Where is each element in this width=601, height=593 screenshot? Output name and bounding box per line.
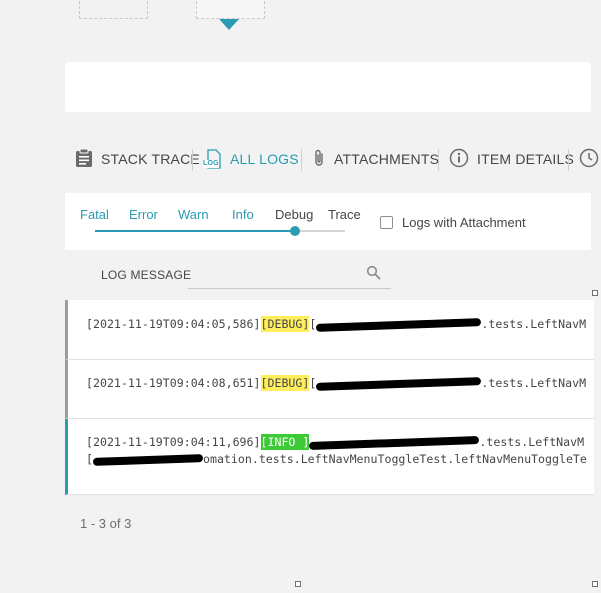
log-timestamp: [2021-11-19T09:04:05,586]	[86, 317, 261, 331]
log-message-label: LOG MESSAGE	[101, 268, 192, 282]
level-debug[interactable]: Debug	[275, 207, 313, 222]
log-line: [2021-11-19T09:04:05,586][DEBUG][.tests.…	[86, 316, 587, 332]
log-message-search-input[interactable]	[188, 262, 391, 289]
log-message: .tests.LeftNavM	[479, 435, 585, 449]
log-bracket: [	[86, 452, 93, 466]
log-message: .tests.LeftNavM	[481, 376, 587, 390]
resize-handle[interactable]	[592, 290, 598, 296]
tab-divider	[568, 149, 569, 171]
pagination-summary: 1 - 3 of 3	[80, 516, 132, 531]
log-line-continued: [ omation.tests.LeftNavMenuToggleTest.lef…	[86, 452, 587, 466]
tab-more[interactable]	[579, 143, 601, 175]
log-icon-text: LOG	[203, 160, 219, 168]
log-timestamp: [2021-11-19T09:04:08,651]	[86, 376, 261, 390]
log-timestamp: [2021-11-19T09:04:11,696]	[86, 435, 261, 449]
level-fatal[interactable]: Fatal	[80, 207, 109, 222]
search-icon[interactable]	[366, 265, 381, 285]
tab-item-details[interactable]: ITEM DETAILS	[449, 143, 574, 175]
redaction-mark	[92, 453, 204, 466]
redaction-mark	[316, 376, 482, 391]
tab-stack-trace[interactable]: STACK TRACE	[75, 143, 200, 175]
level-error[interactable]: Error	[129, 207, 158, 222]
level-info[interactable]: Info	[232, 207, 254, 222]
log-level-badge: [DEBUG]	[260, 375, 310, 391]
tab-label: ITEM DETAILS	[477, 151, 575, 167]
clock-icon	[579, 148, 601, 171]
log-level-filter: Fatal Error Warn Info Debug Trace Logs w…	[65, 193, 591, 250]
level-trace[interactable]: Trace	[328, 207, 361, 222]
clipboard-icon	[75, 148, 101, 171]
log-line: [2021-11-19T09:04:08,651][DEBUG][.tests.…	[86, 375, 587, 391]
log-message: omation.tests.LeftNavMenuToggleTest.left…	[202, 452, 587, 466]
info-circle-icon	[449, 148, 477, 171]
log-level-badge: [DEBUG]	[260, 316, 310, 332]
tab-pointer-arrow	[219, 19, 239, 30]
tab-divider	[301, 149, 302, 171]
log-list: [2021-11-19T09:04:05,586][DEBUG][.tests.…	[65, 300, 594, 554]
paperclip-icon	[312, 148, 334, 171]
log-level-badge: [INFO ]	[260, 434, 310, 450]
tab-label: ATTACHMENTS	[334, 151, 440, 167]
level-warn[interactable]: Warn	[178, 207, 209, 222]
placeholder-tab-active	[196, 0, 265, 19]
tab-label: STACK TRACE	[101, 151, 200, 167]
redaction-mark	[309, 435, 480, 450]
tab-label: ALL LOGS	[230, 151, 299, 167]
log-row[interactable]: [2021-11-19T09:04:05,586][DEBUG][.tests.…	[65, 300, 594, 360]
log-line: [2021-11-19T09:04:11,696][INFO ] .tests.L…	[86, 434, 585, 450]
tab-divider	[438, 149, 439, 171]
level-slider-fill	[95, 230, 295, 232]
tab-divider	[192, 149, 193, 171]
redaction-mark	[316, 317, 482, 332]
logs-with-attachment-label: Logs with Attachment	[402, 215, 526, 230]
tab-attachments[interactable]: ATTACHMENTS	[312, 143, 439, 175]
log-message: .tests.LeftNavM	[481, 317, 587, 331]
details-tabs: STACK TRACE LOG ALL LOGS ATTACHMENTS ITE…	[65, 143, 601, 175]
tab-all-logs[interactable]: LOG ALL LOGS	[203, 143, 299, 175]
resize-handle[interactable]	[592, 581, 598, 587]
empty-panel	[65, 62, 591, 112]
logs-with-attachment-checkbox[interactable]	[380, 216, 393, 229]
placeholder-tab	[79, 0, 148, 19]
log-file-icon: LOG	[203, 148, 223, 170]
level-slider-thumb[interactable]	[290, 226, 300, 236]
log-row[interactable]: [2021-11-19T09:04:11,696][INFO ] .tests.L…	[65, 419, 594, 495]
resize-handle[interactable]	[295, 581, 301, 587]
log-row[interactable]: [2021-11-19T09:04:08,651][DEBUG][.tests.…	[65, 360, 594, 419]
